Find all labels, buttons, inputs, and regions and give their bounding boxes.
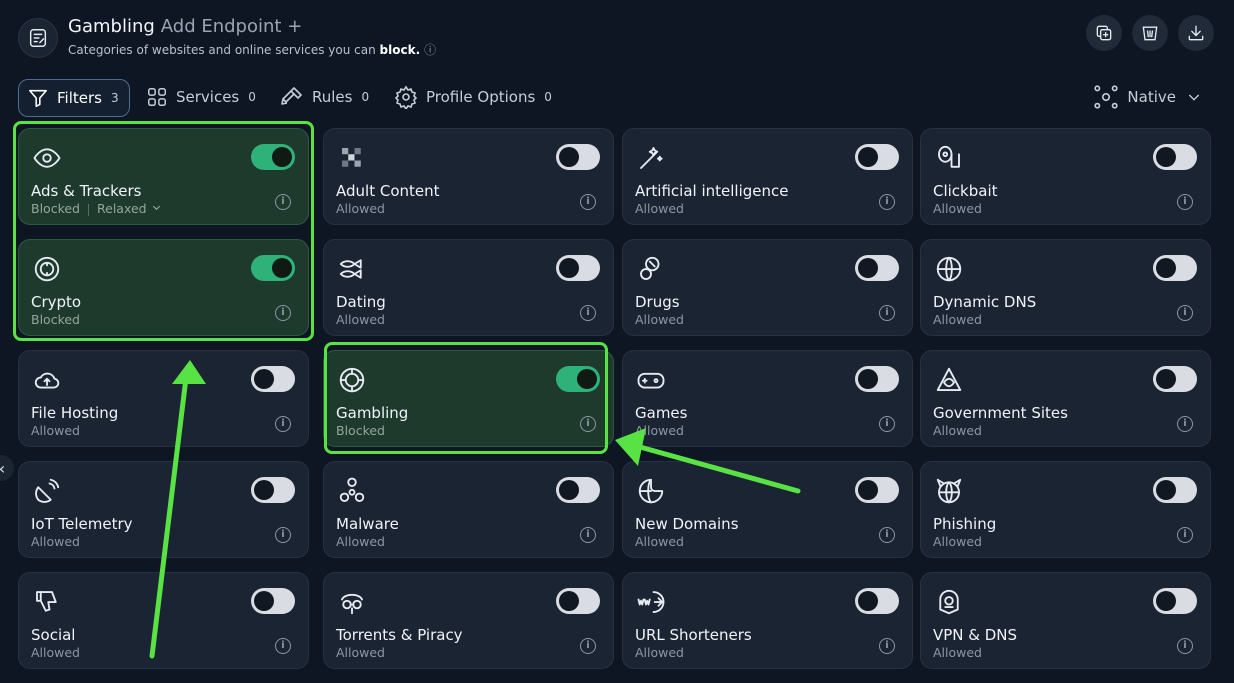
arrow-left (615, 428, 801, 494)
arrow-up (149, 360, 206, 659)
annotation-arrows (149, 360, 801, 659)
